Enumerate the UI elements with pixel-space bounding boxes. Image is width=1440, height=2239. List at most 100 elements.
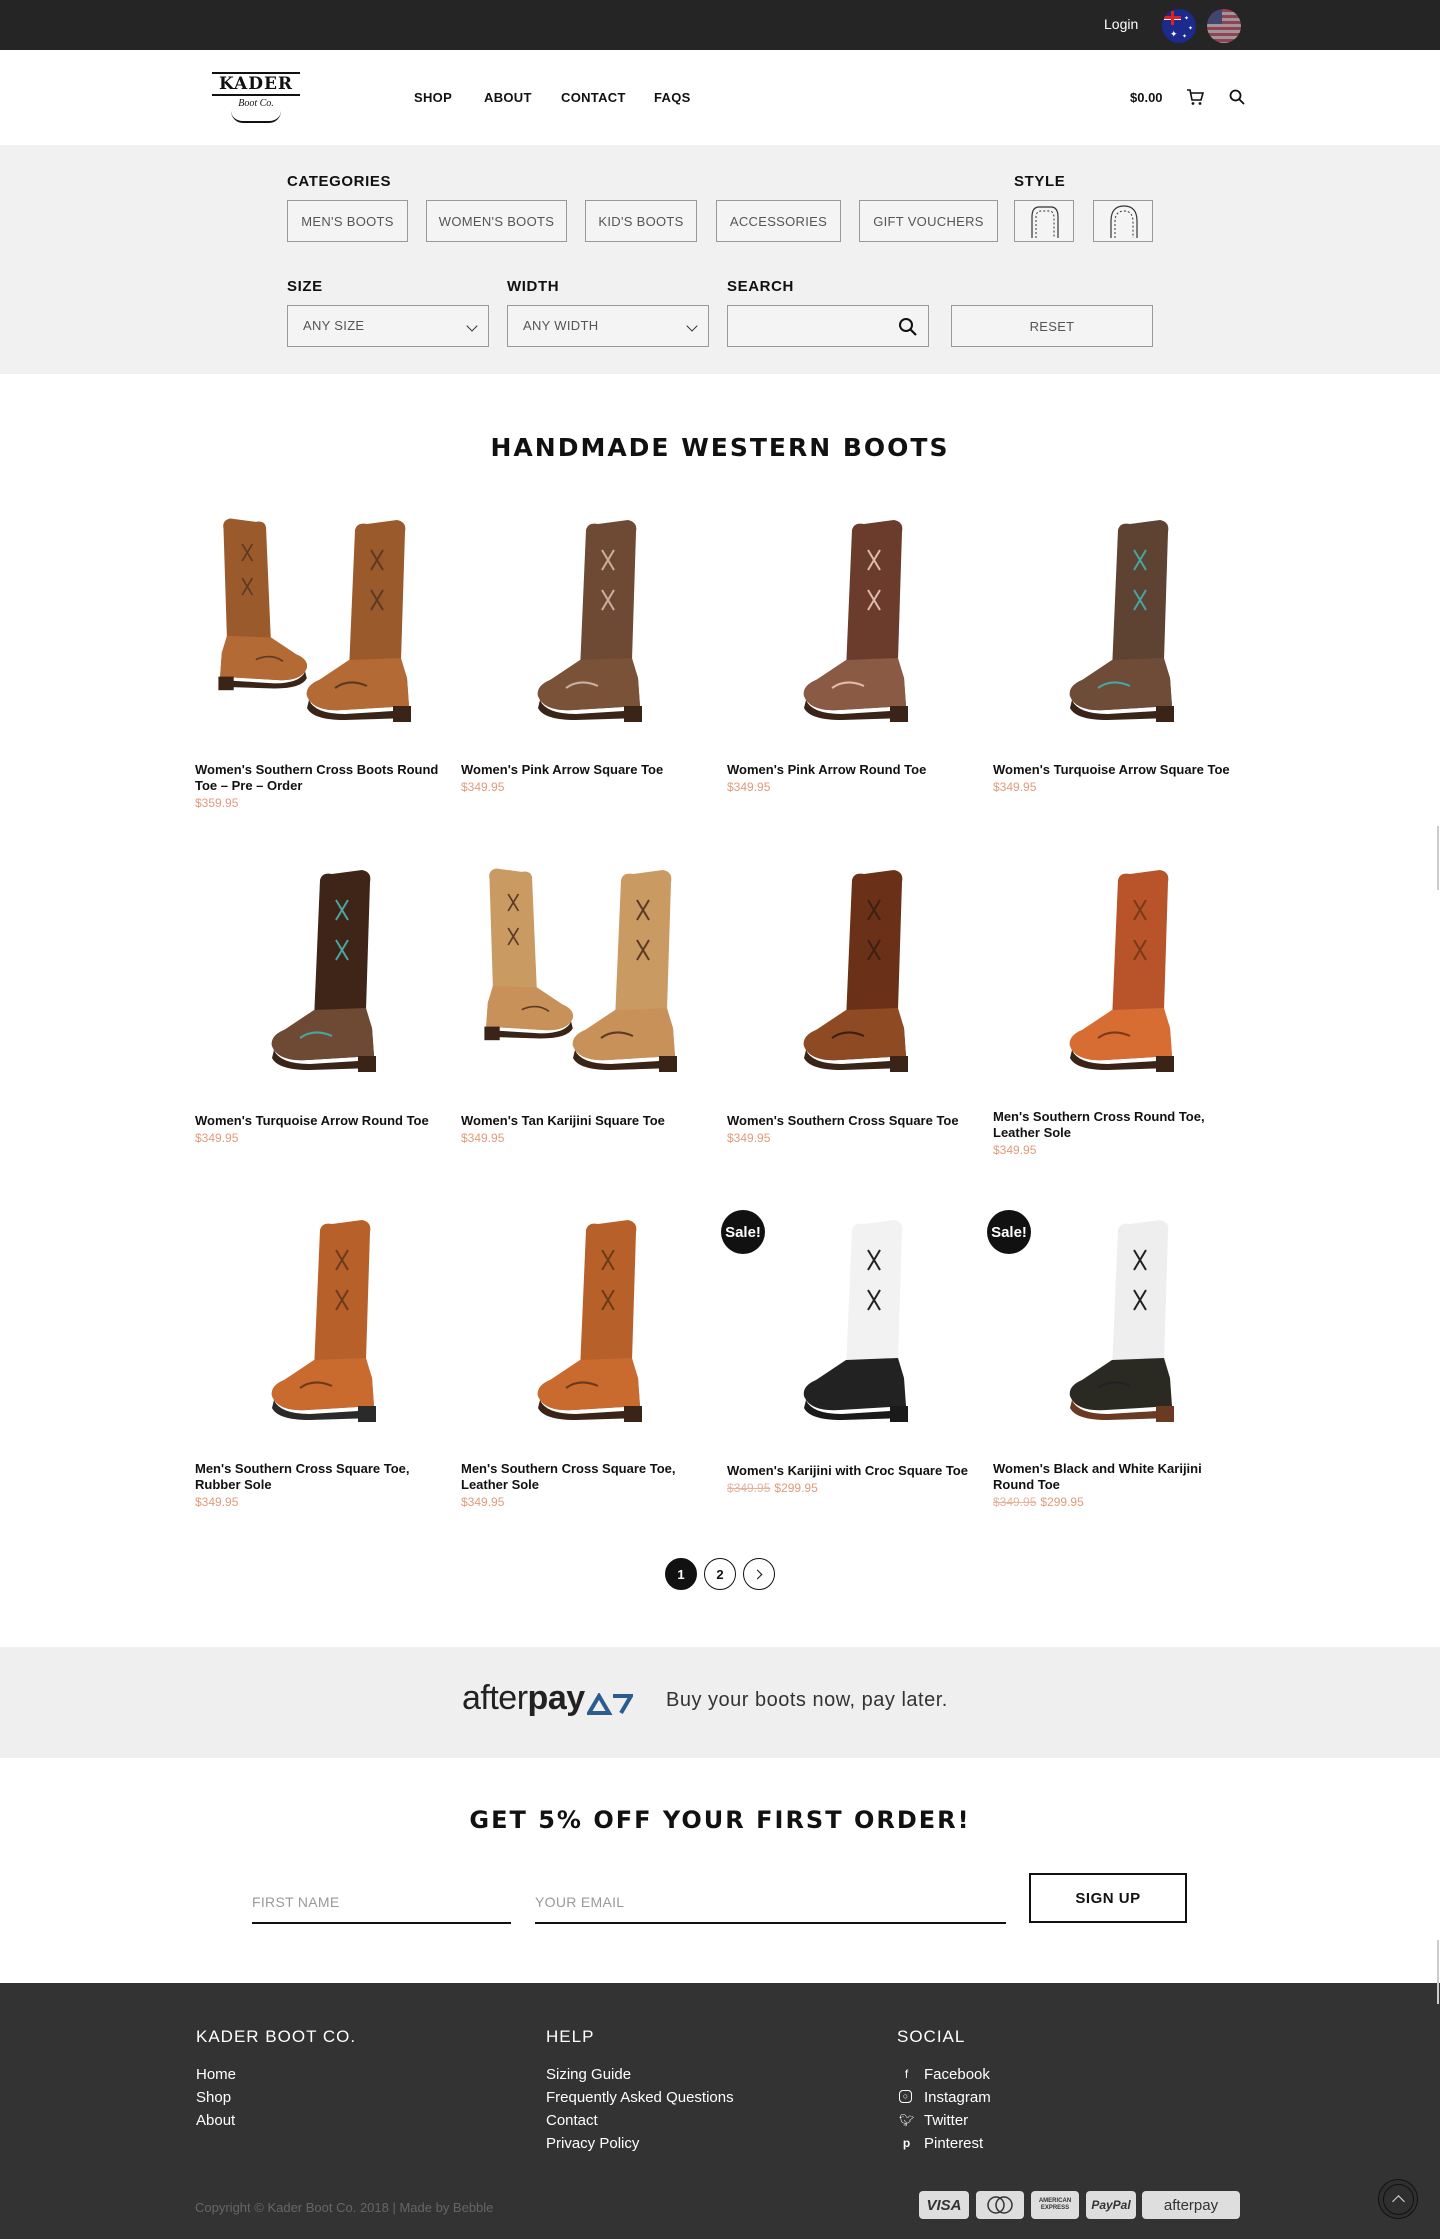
product-card[interactable]: Men's Southern Cross Round Toe, Leather … xyxy=(993,860,1238,1157)
product-card[interactable]: Women's Pink Arrow Square Toe $349.95 xyxy=(461,510,706,794)
page-1-button[interactable]: 1 xyxy=(665,1558,697,1590)
email-field[interactable]: YOUR EMAIL xyxy=(535,1888,1006,1924)
nav-about[interactable]: ABOUT xyxy=(484,90,532,105)
product-image[interactable]: Sale! xyxy=(987,1210,1238,1450)
boot-image[interactable] xyxy=(727,860,972,1100)
current-price: $299.95 xyxy=(1040,1495,1084,1509)
search-icon[interactable] xyxy=(898,317,918,337)
current-price: $349.95 xyxy=(461,1495,505,1509)
scrollbar-thumb[interactable] xyxy=(1437,1940,1439,2004)
product-card[interactable]: Women's Southern Cross Square Toe $349.95 xyxy=(727,860,972,1145)
product-card[interactable]: Women's Tan Karijini Square Toe $349.95 xyxy=(461,860,706,1145)
product-card[interactable]: Women's Turquoise Arrow Square Toe $349.9… xyxy=(993,510,1238,794)
size-select[interactable]: ANY SIZE xyxy=(287,305,489,347)
product-name[interactable]: Women's Pink Arrow Square Toe xyxy=(461,762,706,778)
product-name[interactable]: Women's Southern Cross Boots Round Toe –… xyxy=(195,762,440,794)
product-image[interactable] xyxy=(461,1210,706,1450)
footer-link-contact[interactable]: Contact xyxy=(546,2109,734,2132)
cart-total[interactable]: $0.00 xyxy=(1130,90,1163,105)
product-name[interactable]: Men's Southern Cross Square Toe, Leather… xyxy=(461,1461,706,1493)
search-icon[interactable] xyxy=(1229,89,1245,105)
current-price: $299.95 xyxy=(774,1481,818,1495)
nav-contact[interactable]: CONTACT xyxy=(561,90,626,105)
product-image[interactable] xyxy=(993,860,1238,1100)
footer-link-privacy[interactable]: Privacy Policy xyxy=(546,2132,734,2155)
search-input[interactable] xyxy=(727,305,929,347)
login-link[interactable]: Login xyxy=(1104,16,1138,32)
product-image[interactable] xyxy=(993,510,1238,750)
product-card[interactable]: Men's Southern Cross Square Toe, Rubber … xyxy=(195,1210,440,1509)
product-card[interactable]: Women's Pink Arrow Round Toe $349.95 xyxy=(727,510,972,794)
product-price: $349.95 xyxy=(195,1131,440,1145)
current-price: $349.95 xyxy=(993,1143,1037,1157)
site-logo[interactable]: KADER Boot Co. xyxy=(212,72,300,124)
product-image[interactable] xyxy=(195,510,440,750)
product-card[interactable]: Sale! Women's Karijini with Croc Square T… xyxy=(721,1210,972,1495)
footer-link-home[interactable]: Home xyxy=(196,2063,236,2086)
search-label: SEARCH xyxy=(727,278,794,295)
product-name[interactable]: Women's Tan Karijini Square Toe xyxy=(461,1113,706,1129)
usa-flag-icon[interactable] xyxy=(1207,9,1241,43)
footer-link-pinterest[interactable]: p Pinterest xyxy=(897,2132,991,2155)
boot-image[interactable] xyxy=(993,1210,1238,1450)
boot-image[interactable] xyxy=(195,860,440,1100)
boot-image[interactable] xyxy=(461,860,706,1100)
australia-flag-icon[interactable]: ✦ ✦ ✦ ✦ xyxy=(1162,9,1196,43)
footer-link-instagram[interactable]: ○ Instagram xyxy=(897,2086,991,2109)
product-image[interactable] xyxy=(461,860,706,1100)
scrollbar-thumb[interactable] xyxy=(1437,826,1439,890)
product-card[interactable]: Men's Southern Cross Square Toe, Leather… xyxy=(461,1210,706,1509)
product-name[interactable]: Women's Karijini with Croc Square Toe xyxy=(727,1463,972,1479)
sign-up-button[interactable]: SIGN UP xyxy=(1029,1873,1187,1923)
product-name[interactable]: Women's Turquoise Arrow Round Toe xyxy=(195,1113,440,1129)
category-womens-boots[interactable]: WOMEN'S BOOTS xyxy=(426,200,567,242)
footer-link-faq[interactable]: Frequently Asked Questions xyxy=(546,2086,734,2109)
product-card[interactable]: Women's Southern Cross Boots Round Toe –… xyxy=(195,510,440,810)
category-mens-boots[interactable]: MEN'S BOOTS xyxy=(287,200,408,242)
nav-faqs[interactable]: FAQS xyxy=(654,90,691,105)
product-name[interactable]: Women's Pink Arrow Round Toe xyxy=(727,762,972,778)
back-to-top-button[interactable] xyxy=(1378,2179,1418,2219)
boot-image[interactable] xyxy=(461,1210,706,1450)
product-card[interactable]: Sale! Women's Black and White Karijini Ro… xyxy=(987,1210,1238,1509)
category-gift-vouchers[interactable]: GIFT VOUCHERS xyxy=(859,200,998,242)
footer-link-shop[interactable]: Shop xyxy=(196,2086,236,2109)
boot-image[interactable] xyxy=(727,510,972,750)
product-image[interactable] xyxy=(727,860,972,1100)
product-image[interactable] xyxy=(461,510,706,750)
product-image[interactable] xyxy=(195,860,440,1100)
boot-image[interactable] xyxy=(195,510,440,750)
page-2-button[interactable]: 2 xyxy=(704,1558,736,1590)
boot-image[interactable] xyxy=(993,860,1238,1100)
product-name[interactable]: Men's Southern Cross Square Toe, Rubber … xyxy=(195,1461,440,1493)
product-image[interactable] xyxy=(195,1210,440,1450)
product-price: $349.95 xyxy=(461,780,706,794)
footer-link-facebook[interactable]: f Facebook xyxy=(897,2063,991,2086)
product-name[interactable]: Men's Southern Cross Round Toe, Leather … xyxy=(993,1109,1238,1141)
reset-button[interactable]: RESET xyxy=(951,305,1153,347)
boot-image[interactable] xyxy=(195,1210,440,1450)
width-select[interactable]: ANY WIDTH xyxy=(507,305,709,347)
boot-image[interactable] xyxy=(461,510,706,750)
product-name[interactable]: Women's Black and White Karijini Round T… xyxy=(993,1461,1238,1493)
chevron-down-icon xyxy=(466,320,478,332)
boot-image[interactable] xyxy=(727,1210,972,1450)
category-kids-boots[interactable]: KID'S BOOTS xyxy=(585,200,697,242)
product-image[interactable] xyxy=(727,510,972,750)
footer-link-twitter[interactable]: 🐦︎ Twitter xyxy=(897,2109,991,2132)
product-name[interactable]: Women's Southern Cross Square Toe xyxy=(727,1113,972,1129)
product-image[interactable]: Sale! xyxy=(721,1210,972,1450)
product-card[interactable]: Women's Turquoise Arrow Round Toe $349.95 xyxy=(195,860,440,1145)
first-name-field[interactable]: FIRST NAME xyxy=(252,1888,511,1924)
style-round-toe[interactable] xyxy=(1093,200,1153,242)
original-price: $349.95 xyxy=(727,1481,771,1495)
nav-shop[interactable]: SHOP xyxy=(414,90,452,105)
product-name[interactable]: Women's Turquoise Arrow Square Toe xyxy=(993,762,1238,778)
next-page-button[interactable] xyxy=(743,1558,775,1590)
category-accessories[interactable]: ACCESSORIES xyxy=(716,200,841,242)
style-square-toe[interactable] xyxy=(1014,200,1074,242)
footer-link-sizing[interactable]: Sizing Guide xyxy=(546,2063,734,2086)
footer-link-about[interactable]: About xyxy=(196,2109,236,2132)
boot-image[interactable] xyxy=(993,510,1238,750)
cart-icon[interactable] xyxy=(1186,88,1204,106)
